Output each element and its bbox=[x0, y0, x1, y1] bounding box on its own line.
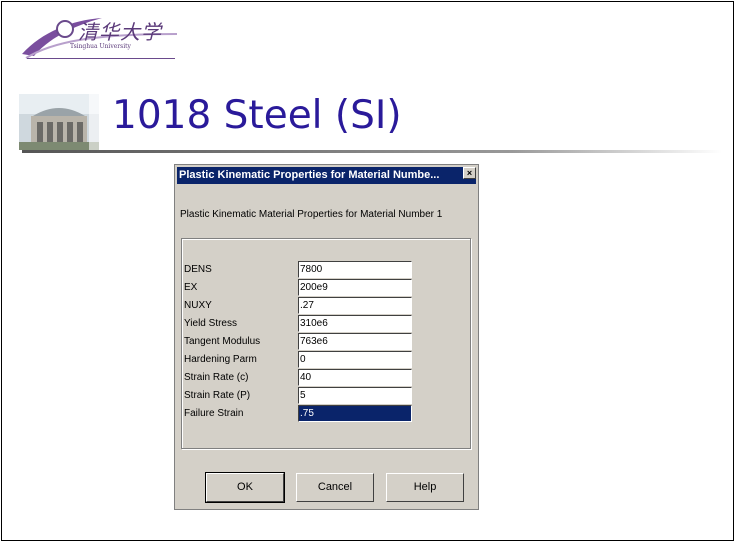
ok-button[interactable]: OK bbox=[205, 472, 285, 503]
property-input-yield-stress[interactable]: 310e6 bbox=[298, 315, 412, 332]
property-input-strain-rate-c[interactable]: 40 bbox=[298, 369, 412, 386]
plastic-kinematic-dialog: Plastic Kinematic Properties for Materia… bbox=[174, 164, 479, 510]
property-label: Yield Stress bbox=[184, 318, 237, 329]
close-icon[interactable]: × bbox=[463, 167, 476, 179]
logo-underline bbox=[27, 58, 175, 59]
property-label: Failure Strain bbox=[184, 408, 244, 419]
university-seal-icon bbox=[56, 20, 74, 38]
university-logo-subtext: Tsinghua University bbox=[70, 43, 131, 50]
property-label: EX bbox=[184, 282, 198, 293]
property-label: Strain Rate (P) bbox=[184, 390, 251, 401]
cancel-button[interactable]: Cancel bbox=[296, 473, 374, 502]
property-input-hardening-parm[interactable]: 0 bbox=[298, 351, 412, 368]
slide: 清华大学 Tsinghua University 1018 Steel (SI)… bbox=[1, 1, 734, 541]
slide-title: 1018 Steel (SI) bbox=[112, 93, 402, 138]
dialog-subtitle: Plastic Kinematic Material Properties fo… bbox=[180, 209, 443, 220]
dialog-titlebar[interactable]: Plastic Kinematic Properties for Materia… bbox=[177, 167, 476, 184]
property-label: DENS bbox=[184, 264, 212, 275]
university-logo-text: 清华大学 bbox=[78, 20, 162, 44]
help-button[interactable]: Help bbox=[386, 473, 464, 502]
property-label: NUXY bbox=[184, 300, 212, 311]
title-divider bbox=[22, 150, 722, 153]
property-input-failure-strain[interactable]: .75 bbox=[298, 405, 412, 422]
property-label: Hardening Parm bbox=[184, 354, 257, 365]
property-input-nuxy[interactable]: .27 bbox=[298, 297, 412, 314]
dialog-title: Plastic Kinematic Properties for Materia… bbox=[179, 169, 440, 181]
property-input-tangent-modulus[interactable]: 763e6 bbox=[298, 333, 412, 350]
property-label: Tangent Modulus bbox=[184, 336, 261, 347]
property-label: Strain Rate (c) bbox=[184, 372, 249, 383]
property-input-dens[interactable]: 7800 bbox=[298, 261, 412, 278]
property-input-strain-rate-p[interactable]: 5 bbox=[298, 387, 412, 404]
building-photo-icon bbox=[19, 94, 99, 150]
property-input-ex[interactable]: 200e9 bbox=[298, 279, 412, 296]
